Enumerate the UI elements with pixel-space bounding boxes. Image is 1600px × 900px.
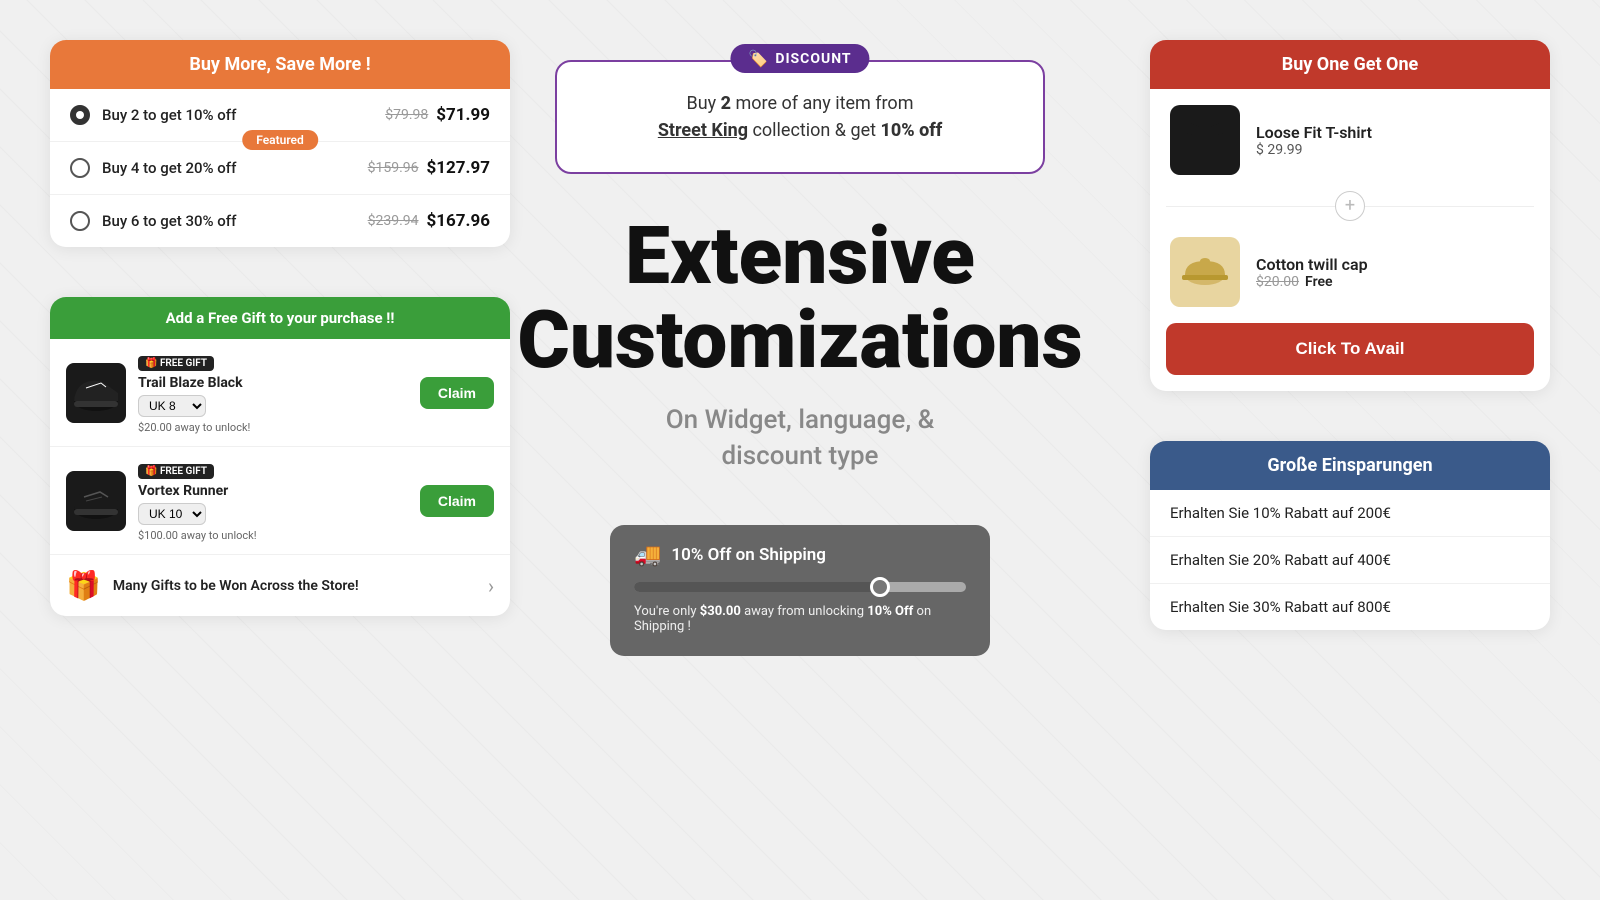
many-gifts-row[interactable]: 🎁 Many Gifts to be Won Across the Store!… xyxy=(50,555,510,616)
price-discounted-3: $167.96 xyxy=(427,211,490,231)
buy-more-widget: Buy More, Save More ! Buy 2 to get 10% o… xyxy=(50,40,510,247)
german-row-2: Erhalten Sie 20% Rabatt auf 400€ xyxy=(1150,537,1550,584)
center-section: 🏷️ DISCOUNT Buy 2 more of any item from … xyxy=(510,0,1090,900)
progress-bar-fill xyxy=(634,582,883,592)
bogo-item-name-1: Loose Fit T-shirt xyxy=(1256,123,1530,142)
buy-more-left-1: Buy 2 to get 10% off xyxy=(70,105,236,125)
progress-bar-bg xyxy=(634,582,966,592)
free-gift-info-2: FREE GIFT Vortex Runner UK 10 UK 9 UK 11… xyxy=(138,459,408,542)
free-gift-item-1: FREE GIFT Trail Blaze Black UK 8 UK 9 UK… xyxy=(50,339,510,447)
discount-collection: Street King xyxy=(658,120,748,141)
unlock-text-2: $100.00 away to unlock! xyxy=(138,529,408,542)
buy-more-prices-2: $159.96 $127.97 xyxy=(368,158,490,178)
buy-more-header: Buy More, Save More ! xyxy=(50,40,510,89)
row-label-1: Buy 2 to get 10% off xyxy=(102,106,236,124)
shipping-icon: 🚚 xyxy=(634,543,661,568)
radio-selected[interactable] xyxy=(70,105,90,125)
price-discounted-1: $71.99 xyxy=(436,105,490,125)
bogo-item-price-1: $ 29.99 xyxy=(1256,142,1530,158)
shipping-widget: 🚚 10% Off on Shipping You're only $30.00… xyxy=(610,525,990,656)
cap-image xyxy=(1170,237,1240,307)
shoe1-image xyxy=(66,363,126,423)
discount-icon: 🏷️ xyxy=(748,49,769,68)
shipping-title: 10% Off on Shipping xyxy=(671,545,826,565)
many-gifts-text: Many Gifts to be Won Across the Store! xyxy=(113,578,359,594)
german-row-1: Erhalten Sie 10% Rabatt auf 200€ xyxy=(1150,490,1550,537)
free-gift-tag-2: FREE GIFT xyxy=(138,464,214,479)
bogo-item-info-1: Loose Fit T-shirt $ 29.99 xyxy=(1256,123,1530,158)
unlock-text-1: $20.00 away to unlock! xyxy=(138,421,408,434)
progress-knob xyxy=(870,577,890,597)
size-select-2[interactable]: UK 10 UK 9 UK 11 xyxy=(138,503,206,525)
bogo-free-label: Free xyxy=(1305,274,1333,290)
shipping-discount: 10% Off xyxy=(867,604,913,619)
chevron-right-icon: › xyxy=(488,574,494,598)
bogo-item-2: Cotton twill cap $20.00 Free xyxy=(1150,221,1550,323)
discount-quantity: 2 xyxy=(721,93,731,114)
main-heading: Extensive Customizations xyxy=(510,214,1090,382)
buy-more-left-2: Buy 4 to get 20% off xyxy=(70,158,236,178)
sub-heading: On Widget, language, &discount type xyxy=(666,402,935,475)
row-label-2: Buy 4 to get 20% off xyxy=(102,159,236,177)
free-gift-name-1: Trail Blaze Black xyxy=(138,375,408,391)
free-gift-name-2: Vortex Runner xyxy=(138,483,408,499)
click-avail-button[interactable]: Click To Avail xyxy=(1166,323,1534,375)
buy-more-left-3: Buy 6 to get 30% off xyxy=(70,211,236,231)
free-gift-widget: Add a Free Gift to your purchase !! FREE… xyxy=(50,297,510,616)
size-select-1[interactable]: UK 8 UK 9 UK 10 xyxy=(138,395,206,417)
shipping-amount: $30.00 xyxy=(700,604,741,619)
tshirt-image xyxy=(1170,105,1240,175)
discount-widget: 🏷️ DISCOUNT Buy 2 more of any item from … xyxy=(555,60,1045,174)
plus-circle-icon: + xyxy=(1335,191,1365,221)
row-label-3: Buy 6 to get 30% off xyxy=(102,212,236,230)
german-widget: Große Einsparungen Erhalten Sie 10% Raba… xyxy=(1150,441,1550,630)
bogo-original-price: $20.00 xyxy=(1256,274,1299,290)
claim-button-1[interactable]: Claim xyxy=(420,377,494,409)
many-gifts-left: 🎁 Many Gifts to be Won Across the Store! xyxy=(66,569,359,602)
bogo-item-info-2: Cotton twill cap $20.00 Free xyxy=(1256,255,1530,290)
radio-unselected-2[interactable] xyxy=(70,158,90,178)
shoe2-image xyxy=(66,471,126,531)
free-gift-header: Add a Free Gift to your purchase !! xyxy=(50,297,510,339)
featured-badge: Featured xyxy=(242,130,318,150)
german-header: Große Einsparungen xyxy=(1150,441,1550,490)
bogo-item-name-2: Cotton twill cap xyxy=(1256,255,1530,274)
bogo-header: Buy One Get One xyxy=(1150,40,1550,89)
bogo-item-1: Loose Fit T-shirt $ 29.99 xyxy=(1150,89,1550,191)
left-section: Buy More, Save More ! Buy 2 to get 10% o… xyxy=(50,40,510,616)
radio-unselected-3[interactable] xyxy=(70,211,90,231)
price-original-3: $239.94 xyxy=(368,213,419,229)
gift-icon: 🎁 xyxy=(66,569,101,602)
discount-amount: 10% off xyxy=(880,120,942,141)
free-gift-tag-1: FREE GIFT xyxy=(138,356,214,371)
shipping-desc: You're only $30.00 away from unlocking 1… xyxy=(634,604,966,634)
free-gift-info-1: FREE GIFT Trail Blaze Black UK 8 UK 9 UK… xyxy=(138,351,408,434)
buy-more-row-2[interactable]: Featured Buy 4 to get 20% off $159.96 $1… xyxy=(50,142,510,195)
price-original-1: $79.98 xyxy=(385,107,428,123)
discount-badge-label: DISCOUNT xyxy=(775,51,851,67)
price-original-2: $159.96 xyxy=(368,160,419,176)
bogo-item-price-2: $20.00 Free xyxy=(1256,274,1530,290)
right-section: Buy One Get One Loose Fit T-shirt $ 29.9… xyxy=(1150,40,1550,630)
buy-more-prices-1: $79.98 $71.99 xyxy=(385,105,490,125)
shipping-header: 🚚 10% Off on Shipping xyxy=(634,543,966,568)
plus-divider: + xyxy=(1150,191,1550,221)
buy-more-row-3[interactable]: Buy 6 to get 30% off $239.94 $167.96 xyxy=(50,195,510,247)
buy-more-prices-3: $239.94 $167.96 xyxy=(368,211,490,231)
price-discounted-2: $127.97 xyxy=(427,158,490,178)
bogo-widget: Buy One Get One Loose Fit T-shirt $ 29.9… xyxy=(1150,40,1550,391)
german-row-3: Erhalten Sie 30% Rabatt auf 800€ xyxy=(1150,584,1550,630)
claim-button-2[interactable]: Claim xyxy=(420,485,494,517)
free-gift-item-2: FREE GIFT Vortex Runner UK 10 UK 9 UK 11… xyxy=(50,447,510,555)
discount-text: Buy 2 more of any item from Street King … xyxy=(597,90,1003,144)
page-wrapper: Buy More, Save More ! Buy 2 to get 10% o… xyxy=(0,0,1600,900)
discount-badge: 🏷️ DISCOUNT xyxy=(730,44,869,73)
